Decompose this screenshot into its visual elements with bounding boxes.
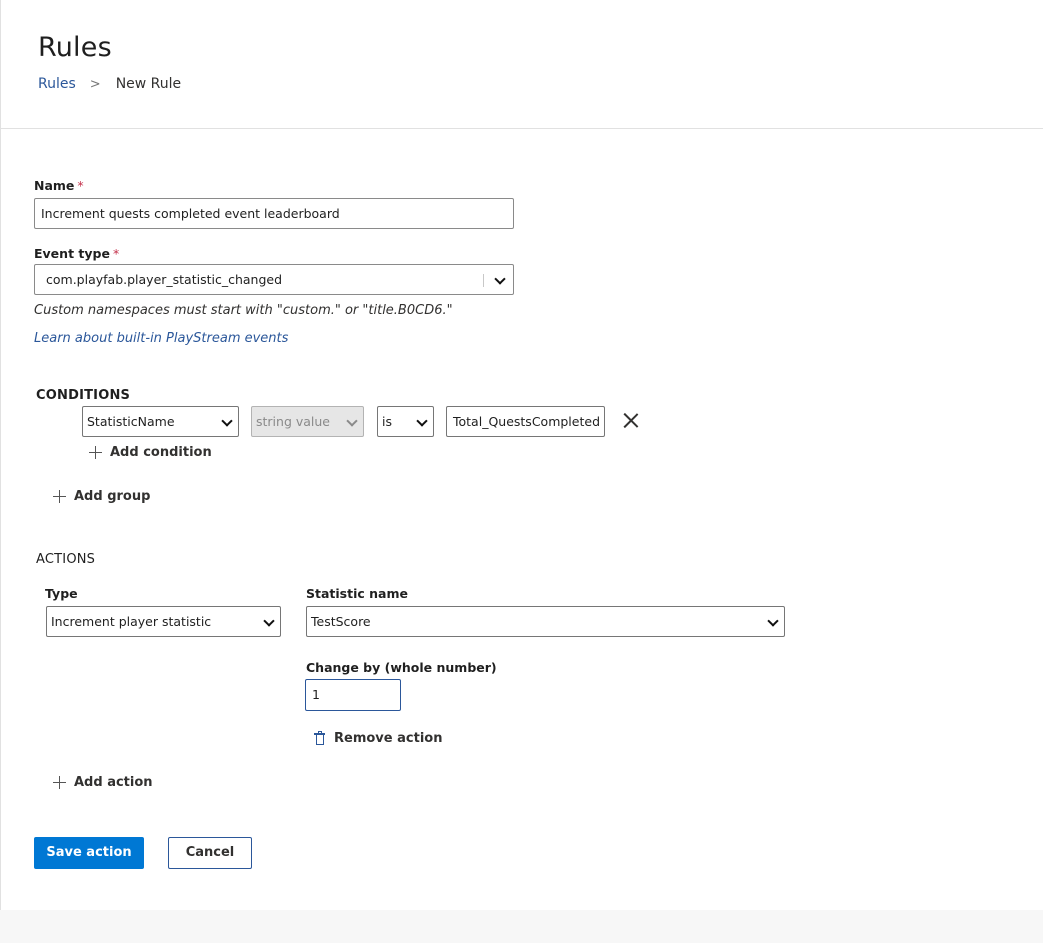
page-title: Rules bbox=[38, 32, 112, 63]
trash-icon bbox=[314, 731, 325, 745]
action-type-select[interactable]: Increment player statistic bbox=[46, 606, 281, 637]
condition-value-type-select: string value bbox=[251, 406, 364, 437]
action-type-value: Increment player statistic bbox=[51, 614, 212, 629]
plus-icon bbox=[89, 446, 102, 459]
remove-action-label: Remove action bbox=[334, 731, 443, 746]
action-type-label: Type bbox=[45, 586, 78, 601]
change-by-label: Change by (whole number) bbox=[306, 660, 497, 675]
event-type-value: com.playfab.player_statistic_changed bbox=[46, 272, 283, 287]
add-action-label: Add action bbox=[74, 775, 153, 790]
add-condition-label: Add condition bbox=[110, 445, 212, 460]
add-condition-button[interactable]: Add condition bbox=[89, 445, 212, 460]
condition-field-select[interactable]: StatisticName bbox=[82, 406, 239, 437]
event-type-select[interactable]: com.playfab.player_statistic_changed bbox=[34, 264, 514, 295]
cancel-button[interactable]: Cancel bbox=[168, 837, 252, 869]
add-group-button[interactable]: Add group bbox=[53, 489, 150, 504]
chevron-down-icon bbox=[416, 415, 428, 427]
event-type-divider bbox=[483, 274, 484, 287]
chevron-down-icon bbox=[767, 615, 779, 627]
condition-operator-select[interactable]: is bbox=[377, 406, 434, 437]
condition-operator-value: is bbox=[382, 414, 392, 429]
name-label-text: Name bbox=[34, 178, 75, 193]
condition-value-input[interactable]: Total_QuestsCompleted bbox=[446, 406, 605, 437]
statistic-name-value: TestScore bbox=[311, 614, 371, 629]
event-type-required-mark: * bbox=[112, 246, 120, 261]
event-type-label: Event type * bbox=[34, 246, 119, 261]
add-group-label: Add group bbox=[74, 489, 151, 504]
close-icon[interactable] bbox=[622, 412, 639, 429]
event-type-label-text: Event type bbox=[34, 246, 110, 261]
conditions-heading: CONDITIONS bbox=[36, 388, 131, 403]
plus-icon bbox=[53, 776, 66, 789]
learn-playstream-link[interactable]: Learn about built-in PlayStream events bbox=[34, 331, 288, 346]
chevron-down-icon bbox=[263, 615, 275, 627]
chevron-right-icon: > bbox=[89, 76, 101, 92]
condition-value-type-value: string value bbox=[256, 414, 330, 429]
breadcrumb: Rules > New Rule bbox=[38, 76, 181, 92]
change-by-input[interactable]: 1 bbox=[305, 679, 401, 711]
name-label: Name * bbox=[34, 178, 84, 193]
chevron-down-icon bbox=[346, 415, 358, 427]
statistic-name-select[interactable]: TestScore bbox=[306, 606, 785, 637]
statistic-name-label: Statistic name bbox=[306, 586, 408, 601]
page: Rules Rules > New Rule Name * Increment q… bbox=[0, 0, 1043, 910]
chevron-down-icon bbox=[494, 273, 506, 285]
plus-icon bbox=[53, 490, 66, 503]
condition-field-value: StatisticName bbox=[87, 414, 175, 429]
breadcrumb-current: New Rule bbox=[115, 76, 182, 92]
remove-action-button[interactable]: Remove action bbox=[314, 731, 442, 746]
name-input[interactable]: Increment quests completed event leaderb… bbox=[34, 198, 514, 229]
namespace-hint: Custom namespaces must start with "custo… bbox=[34, 303, 453, 318]
page-header: Rules Rules > New Rule bbox=[1, 0, 1043, 129]
add-action-button[interactable]: Add action bbox=[53, 775, 153, 790]
breadcrumb-rules-link[interactable]: Rules bbox=[38, 76, 76, 92]
chevron-down-icon bbox=[221, 415, 233, 427]
name-required-mark: * bbox=[77, 178, 84, 193]
actions-heading: ACTIONS bbox=[36, 552, 96, 567]
save-action-button[interactable]: Save action bbox=[34, 837, 144, 869]
